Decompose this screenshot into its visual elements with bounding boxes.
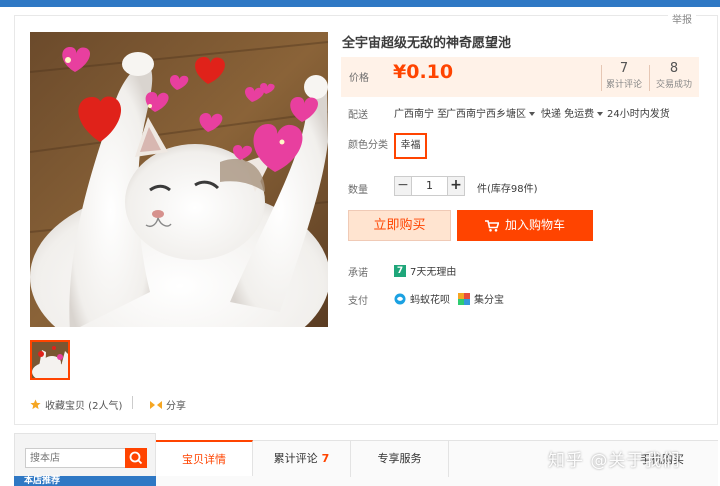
deals-stat: 8 交易成功 bbox=[651, 61, 697, 90]
share-icon bbox=[150, 400, 162, 409]
price-panel: 价格 ¥0.10 7 累计评论 8 交易成功 bbox=[341, 57, 699, 97]
product-title: 全宇宙超级无敌的神奇愿望池 bbox=[342, 36, 512, 51]
cat-hearts-image bbox=[30, 32, 328, 327]
cat-thumbnail-image bbox=[32, 342, 68, 378]
promise-label: 承诺 bbox=[348, 268, 368, 279]
tab-details[interactable]: 宝贝详情 bbox=[156, 440, 253, 476]
seven-day-icon: 7 bbox=[394, 264, 406, 277]
divider bbox=[132, 396, 133, 409]
color-option[interactable]: 幸福 bbox=[394, 133, 427, 159]
tab-reviews-count: 7 bbox=[321, 452, 330, 465]
watermark: 知乎 @关于我们 bbox=[548, 451, 681, 471]
shop-search-button[interactable] bbox=[125, 448, 147, 468]
color-label: 颜色分类 bbox=[348, 140, 388, 151]
buy-now-button[interactable]: 立即购买 bbox=[348, 210, 451, 241]
ship-to: 广西南宁西乡塘区 bbox=[446, 109, 526, 120]
quantity-plus-button[interactable]: + bbox=[447, 176, 465, 196]
main-product-image[interactable] bbox=[30, 32, 328, 327]
deals-label: 交易成功 bbox=[655, 80, 692, 90]
jifenbao-label: 集分宝 bbox=[474, 295, 504, 306]
shop-search-input[interactable] bbox=[25, 448, 127, 468]
share-button[interactable]: 分享 bbox=[150, 397, 186, 412]
promise-text: 7天无理由 bbox=[410, 267, 457, 278]
payment-label: 支付 bbox=[348, 296, 368, 307]
ship-time: 24小时内发货 bbox=[607, 109, 670, 120]
huabei-payment[interactable]: 蚂蚁花呗 bbox=[394, 291, 450, 306]
top-nav-bar bbox=[0, 0, 720, 7]
quantity-input[interactable]: 1 bbox=[412, 176, 447, 196]
price-label: 价格 bbox=[349, 73, 369, 84]
shop-section-title: 本店推荐 bbox=[24, 476, 61, 486]
tab-reviews[interactable]: 累计评论 7 bbox=[253, 441, 351, 477]
huabei-icon bbox=[394, 293, 406, 304]
jifenbao-payment[interactable]: 集分宝 bbox=[458, 291, 504, 306]
ship-to-select[interactable]: 广西南宁西乡塘区 bbox=[446, 105, 535, 120]
tab-service[interactable]: 专享服务 bbox=[351, 441, 449, 477]
ship-method-select[interactable]: 快递 免运费 bbox=[541, 105, 604, 120]
reviews-stat[interactable]: 7 累计评论 bbox=[601, 61, 647, 90]
jifenbao-icon bbox=[458, 292, 470, 305]
reviews-count: 7 bbox=[619, 61, 629, 76]
price-value: ¥0.10 bbox=[393, 61, 454, 83]
cart-icon bbox=[484, 219, 500, 232]
star-icon bbox=[30, 399, 41, 410]
divider bbox=[649, 65, 650, 91]
report-link[interactable]: 举报 bbox=[668, 11, 696, 26]
tab-reviews-label: 累计评论 bbox=[273, 452, 318, 465]
promise-item[interactable]: 7 7天无理由 bbox=[394, 263, 456, 278]
product-thumbnail[interactable] bbox=[30, 340, 70, 380]
ship-from: 广西南宁 至 bbox=[394, 109, 448, 120]
deals-count: 8 bbox=[669, 61, 679, 76]
stock-text: 件(库存98件) bbox=[477, 184, 538, 195]
quantity-stepper: − 1 + bbox=[394, 176, 465, 196]
quantity-minus-button[interactable]: − bbox=[394, 176, 412, 196]
chevron-down-icon bbox=[597, 112, 604, 116]
add-to-cart-button[interactable]: 加入购物车 bbox=[457, 210, 593, 241]
huabei-label: 蚂蚁花呗 bbox=[410, 295, 450, 306]
add-cart-label: 加入购物车 bbox=[504, 218, 565, 232]
chevron-down-icon bbox=[529, 112, 535, 116]
ship-method: 快递 免运费 bbox=[541, 109, 595, 120]
favorite-label: 收藏宝贝 (2人气) bbox=[45, 401, 123, 412]
favorite-button[interactable]: 收藏宝贝 (2人气) bbox=[30, 397, 122, 412]
share-label: 分享 bbox=[166, 401, 186, 412]
reviews-label: 累计评论 bbox=[605, 80, 642, 90]
quantity-label: 数量 bbox=[348, 185, 368, 196]
shop-section-header: 本店推荐 bbox=[14, 476, 156, 486]
search-icon bbox=[129, 451, 143, 465]
shipping-label: 配送 bbox=[348, 110, 368, 121]
